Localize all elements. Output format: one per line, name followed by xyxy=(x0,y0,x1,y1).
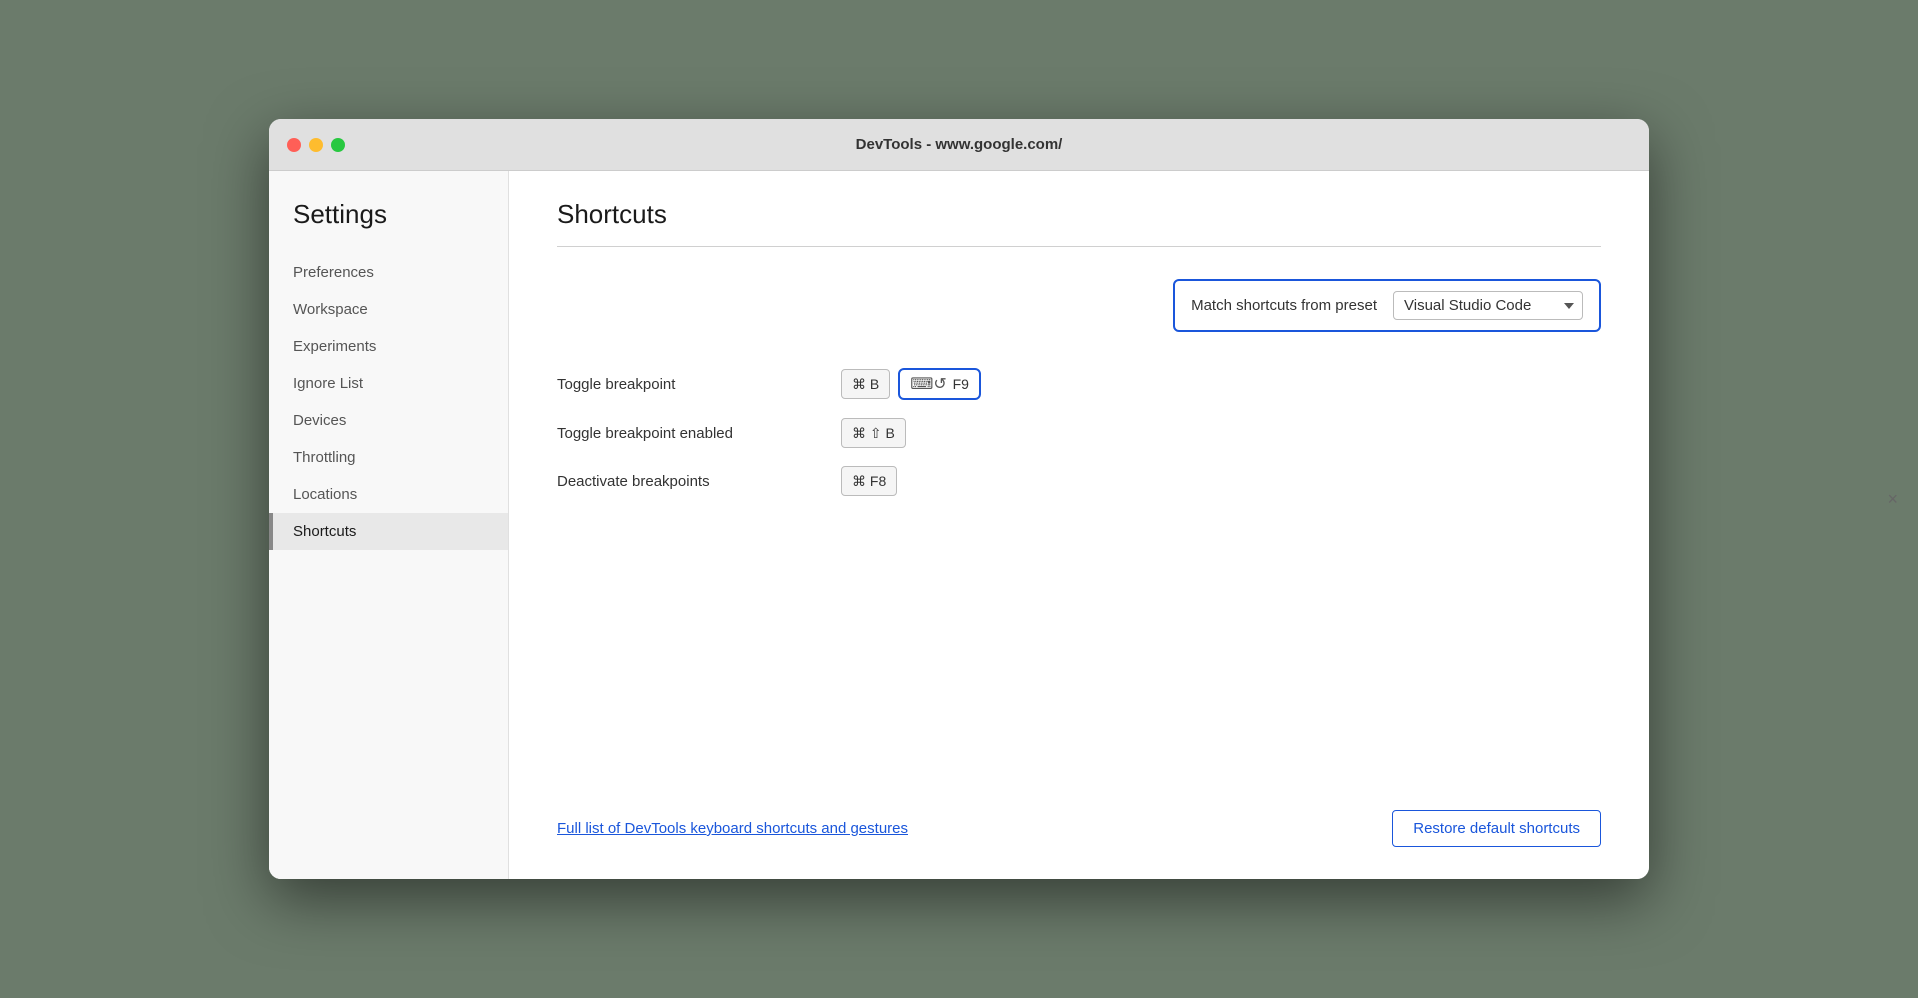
shortcut-name: Deactivate breakpoints xyxy=(557,473,817,490)
sidebar-item-devices[interactable]: Devices xyxy=(269,402,508,439)
key-badge-f9: ⌨↺ F9 xyxy=(898,368,981,400)
devtools-window: DevTools - www.google.com/ Settings Pref… xyxy=(269,119,1649,879)
preset-label: Match shortcuts from preset xyxy=(1191,297,1377,314)
sidebar-item-label: Ignore List xyxy=(293,375,363,392)
titlebar: DevTools - www.google.com/ xyxy=(269,119,1649,171)
key-badge-cmd-b: ⌘ B xyxy=(841,369,890,399)
shortcuts-list: Toggle breakpoint ⌘ B ⌨↺ F9 Toggle break… xyxy=(557,368,1601,762)
shortcut-name: Toggle breakpoint xyxy=(557,376,817,393)
sidebar-item-label: Throttling xyxy=(293,449,356,466)
sidebar-item-ignore-list[interactable]: Ignore List xyxy=(269,365,508,402)
sidebar: Settings Preferences Workspace Experimen… xyxy=(269,171,509,879)
shortcut-row-toggle-breakpoint-enabled: Toggle breakpoint enabled ⌘ ⇧ B xyxy=(557,418,1601,448)
sidebar-item-shortcuts[interactable]: Shortcuts xyxy=(269,513,508,550)
key-badge-cmd-f8: ⌘ F8 xyxy=(841,466,897,496)
content-area: Settings Preferences Workspace Experimen… xyxy=(269,171,1649,879)
sidebar-item-label: Locations xyxy=(293,486,357,503)
sidebar-item-preferences[interactable]: Preferences xyxy=(269,254,508,291)
sidebar-item-locations[interactable]: Locations xyxy=(269,476,508,513)
window-controls xyxy=(287,138,345,152)
footer-row: Full list of DevTools keyboard shortcuts… xyxy=(557,794,1601,847)
restore-defaults-button[interactable]: Restore default shortcuts xyxy=(1392,810,1601,847)
page-title: Shortcuts xyxy=(557,199,1601,230)
full-list-link[interactable]: Full list of DevTools keyboard shortcuts… xyxy=(557,820,908,837)
sidebar-heading: Settings xyxy=(269,199,508,254)
keyboard-shortcut-icon: ⌨↺ xyxy=(910,374,947,394)
preset-box: Match shortcuts from preset Default Visu… xyxy=(1173,279,1601,332)
main-panel: × Shortcuts Match shortcuts from preset … xyxy=(509,171,1649,879)
sidebar-item-label: Experiments xyxy=(293,338,376,355)
key-badge-cmd-shift-b: ⌘ ⇧ B xyxy=(841,418,906,448)
shortcut-name: Toggle breakpoint enabled xyxy=(557,425,817,442)
sidebar-item-workspace[interactable]: Workspace xyxy=(269,291,508,328)
sidebar-item-label: Devices xyxy=(293,412,346,429)
shortcut-keys: ⌘ B ⌨↺ F9 xyxy=(841,368,981,400)
sidebar-item-experiments[interactable]: Experiments xyxy=(269,328,508,365)
preset-select[interactable]: Default Visual Studio Code xyxy=(1393,291,1583,320)
shortcut-keys: ⌘ F8 xyxy=(841,466,897,496)
shortcut-keys: ⌘ ⇧ B xyxy=(841,418,906,448)
sidebar-item-label: Workspace xyxy=(293,301,368,318)
shortcut-row-deactivate-breakpoints: Deactivate breakpoints ⌘ F8 xyxy=(557,466,1601,496)
preset-row: Match shortcuts from preset Default Visu… xyxy=(557,279,1601,332)
window-title: DevTools - www.google.com/ xyxy=(856,136,1063,153)
minimize-button[interactable] xyxy=(309,138,323,152)
sidebar-item-label: Shortcuts xyxy=(293,523,356,540)
sidebar-item-throttling[interactable]: Throttling xyxy=(269,439,508,476)
close-button[interactable] xyxy=(287,138,301,152)
divider xyxy=(557,246,1601,247)
maximize-button[interactable] xyxy=(331,138,345,152)
sidebar-item-label: Preferences xyxy=(293,264,374,281)
shortcut-row-toggle-breakpoint: Toggle breakpoint ⌘ B ⌨↺ F9 xyxy=(557,368,1601,400)
